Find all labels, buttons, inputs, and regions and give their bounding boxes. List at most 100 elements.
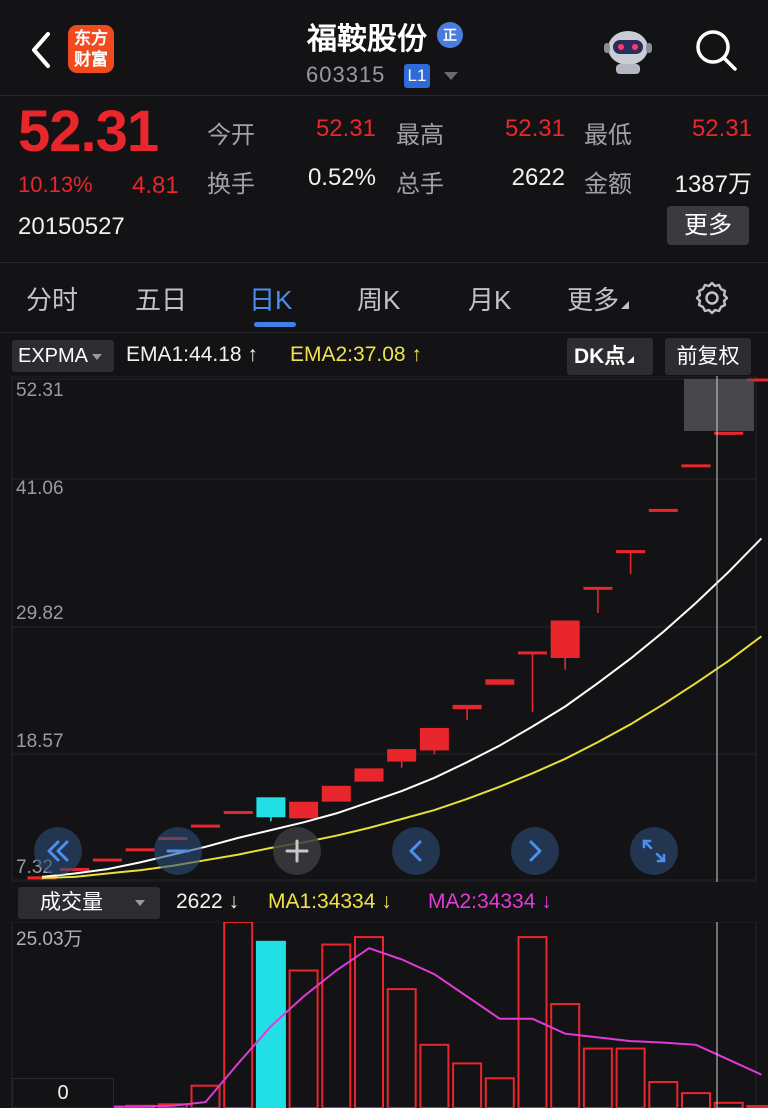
zoom-out-button[interactable] [154, 827, 202, 875]
stock-code: 603315 [306, 62, 386, 87]
candle-body [223, 811, 253, 815]
robot-assistant-icon[interactable] [602, 26, 654, 76]
volume-bar [255, 940, 286, 1108]
candle-body [289, 801, 319, 819]
candle-body [485, 679, 515, 685]
volume-bar [321, 943, 352, 1108]
tab-five-day[interactable]: 五日 [135, 280, 187, 317]
tab-intraday[interactable]: 分时 [26, 280, 78, 317]
volume-axis-zero: 0 [12, 1078, 114, 1108]
zoom-in-button[interactable] [273, 827, 321, 875]
candle-body [681, 464, 711, 468]
adjustment-button[interactable]: 前复权 [665, 338, 751, 375]
tab-monthly-k[interactable]: 月K [468, 280, 511, 317]
ema2-readout: EMA2:37.08 ↑ [290, 343, 422, 366]
divider [0, 262, 768, 263]
step-backward-button[interactable] [392, 827, 440, 875]
candle-body [354, 768, 384, 782]
volume-value: 2622 [511, 164, 565, 191]
volume-label: 总手 [396, 171, 444, 198]
candle-body [125, 848, 155, 852]
search-icon[interactable] [692, 26, 740, 74]
candle-body [191, 824, 220, 828]
volume-bar [713, 1101, 744, 1108]
chart-grid [11, 376, 757, 882]
indicator-select[interactable]: EXPMA [12, 340, 114, 372]
volume-bar [452, 1062, 483, 1108]
dropdown-caret-icon [135, 900, 145, 907]
volume-bar [223, 922, 254, 1108]
price-axis-label: 52.31 [16, 380, 64, 401]
volume-ma1-readout: MA1:34334 ↓ [268, 890, 392, 913]
candle-body [256, 797, 286, 818]
change-amount: 4.81 [132, 172, 179, 199]
candle-body [321, 785, 351, 802]
gear-icon[interactable] [694, 280, 730, 316]
dropdown-caret-icon [92, 353, 103, 360]
price-axis-label: 29.82 [16, 603, 64, 624]
high-value: 52.31 [504, 115, 565, 142]
low-value: 52.31 [691, 115, 752, 142]
candle-body [583, 586, 613, 590]
volume-axis-max: 25.03万 [16, 929, 83, 950]
candle-body [92, 858, 122, 862]
ema1-readout: EMA1:44.18 ↑ [126, 343, 258, 366]
more-button[interactable]: 更多 [667, 206, 749, 245]
crosshair-price-box [684, 379, 754, 431]
volume-chart[interactable] [0, 922, 768, 1108]
volume-ma2-line [41, 947, 762, 1108]
volume-bars [27, 922, 768, 1108]
candle-body [714, 431, 744, 435]
dk-point-button[interactable]: DK点 [567, 338, 653, 375]
tab-more[interactable]: 更多 [567, 280, 630, 317]
active-tab-indicator [254, 322, 296, 327]
last-price: 52.31 [18, 99, 159, 164]
step-forward-button[interactable] [511, 827, 559, 875]
volume-ma2-readout: MA2:34334 ↓ [428, 890, 552, 913]
verified-badge: 正 [437, 22, 463, 48]
volume-bar [484, 1077, 515, 1108]
candle-body [452, 704, 482, 710]
divider [0, 95, 768, 96]
candle-body [419, 727, 449, 751]
tab-weekly-k[interactable]: 周K [357, 280, 400, 317]
fast-backward-button[interactable] [34, 827, 82, 875]
price-axis-label: 41.06 [16, 478, 64, 499]
high-label: 最高 [396, 122, 444, 149]
volume-indicator-select[interactable]: 成交量 [18, 887, 160, 919]
volume-readout: 2622 ↓ [176, 890, 240, 913]
volume-bar [288, 969, 319, 1108]
turnover-label: 换手 [207, 171, 255, 198]
candle-body [550, 620, 580, 659]
candle-body [648, 508, 678, 512]
volume-bar [582, 1047, 613, 1108]
fullscreen-button[interactable] [630, 827, 678, 875]
candle-body [518, 651, 547, 655]
amount-value: 1387万 [674, 171, 752, 198]
candle-body [616, 550, 646, 554]
candle-body [387, 749, 417, 762]
volume-bar [681, 1092, 711, 1108]
volume-bar [419, 1043, 450, 1108]
amount-label: 金额 [584, 171, 632, 198]
price-axis-label: 18.57 [16, 731, 64, 752]
low-label: 最低 [584, 122, 632, 149]
corner-caret-icon [627, 356, 635, 363]
volume-bar [354, 936, 384, 1108]
volume-bar [550, 1002, 581, 1108]
candles [27, 378, 768, 880]
candlestick-chart[interactable] [0, 376, 768, 882]
volume-bar [386, 988, 417, 1108]
corner-caret-icon [621, 301, 630, 309]
chart-frame [11, 376, 757, 882]
level-badge[interactable]: L1 [404, 64, 430, 88]
open-value: 52.31 [315, 115, 376, 142]
divider [0, 332, 768, 333]
volume-bar [615, 1047, 646, 1108]
code-dropdown-icon[interactable] [444, 72, 458, 80]
volume-bar [648, 1080, 679, 1108]
change-percent: 10.13% [18, 172, 93, 197]
tab-daily-k[interactable]: 日K [249, 280, 292, 317]
open-label: 今开 [207, 122, 255, 149]
turnover-value: 0.52% [307, 164, 376, 191]
